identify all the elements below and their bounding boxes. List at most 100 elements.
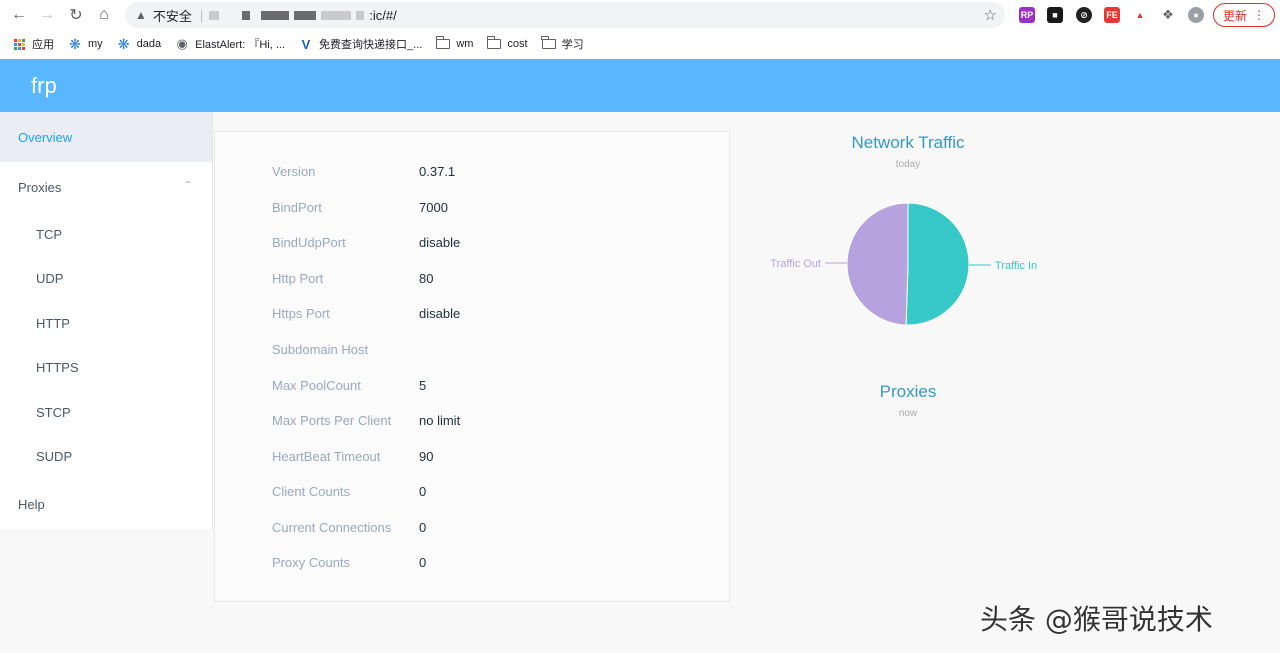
traffic-chart-title: Network Traffic <box>851 133 965 152</box>
info-row: Max Ports Per Client no limit <box>272 410 460 430</box>
redacted-url-part <box>321 10 352 20</box>
bookmark-star-icon[interactable]: ☆ <box>984 6 997 24</box>
info-value: 90 <box>419 448 434 464</box>
proxies-chart-title: Proxies <box>879 382 937 401</box>
extension-fe-icon[interactable]: FE <box>1104 7 1120 23</box>
proxies-chart-subtitle: now <box>898 408 918 419</box>
info-label: Subdomain Host <box>272 341 369 357</box>
more-vertical-icon: ⋮ <box>1253 8 1265 22</box>
info-value: 0 <box>419 483 427 499</box>
watermark: 头条 @猴哥说技术 <box>980 603 1213 636</box>
traffic-chart-subtitle: today <box>895 159 921 170</box>
sidebar-item-label: TCP <box>36 226 62 242</box>
info-row: BindPort 7000 <box>272 197 448 217</box>
address-bar[interactable]: ▲ 不安全 | :ic/#/ ☆ <box>125 2 1005 28</box>
sidebar-item-label: STCP <box>36 404 71 420</box>
forward-arrow-icon[interactable]: → <box>33 1 61 29</box>
sidebar-item-label: Proxies <box>18 179 62 195</box>
extension-tab-icon[interactable]: ■ <box>1047 7 1063 23</box>
sidebar-item-proxies[interactable]: Proxies ⌃ <box>0 162 212 212</box>
extensions-puzzle-icon[interactable]: ❖ <box>1160 7 1176 23</box>
sidebar-item-udp[interactable]: UDP <box>0 257 212 302</box>
bookmark-label: dada <box>136 38 162 50</box>
globe-icon: ◉ <box>176 36 188 51</box>
bookmark-dada[interactable]: ❋ dada <box>117 35 162 52</box>
info-value: 0 <box>419 554 427 570</box>
info-row: Http Port 80 <box>272 268 433 288</box>
info-row: Version 0.37.1 <box>272 161 455 181</box>
redacted-url-part <box>294 10 317 20</box>
profile-avatar-icon[interactable]: ● <box>1188 7 1204 23</box>
brand-logo[interactable]: frp <box>31 73 57 99</box>
info-row: Proxy Counts 0 <box>272 552 426 572</box>
pie-label: Traffic Out <box>770 258 821 270</box>
bookmark-my[interactable]: ❋ my <box>68 35 103 52</box>
bookmark-folder-wm[interactable]: wm <box>435 36 474 51</box>
bookmark-express[interactable]: V 免费查询快递接口_... <box>299 36 423 52</box>
info-label: Max Ports Per Client <box>272 412 392 428</box>
info-label: BindPort <box>272 199 322 215</box>
info-row: Https Port disable <box>272 303 460 323</box>
folder-icon <box>486 36 502 51</box>
sidebar-item-label: Overview <box>18 129 73 145</box>
browser-toolbar: ← → ↻ ⌂ ▲ 不安全 | :ic/#/ ☆ RP ■ ⊘ FE ▲ ❖ ●… <box>0 0 1280 30</box>
sidebar: Overview Proxies ⌃ TCP UDP HTTP HTTPS ST… <box>0 112 213 529</box>
extension-tree-icon[interactable]: ▲ <box>1132 7 1148 23</box>
sidebar-item-https[interactable]: HTTPS <box>0 346 212 391</box>
sidebar-item-overview[interactable]: Overview <box>0 112 212 162</box>
pie-label: Traffic In <box>995 260 1037 272</box>
redacted-url-part <box>261 10 290 20</box>
sidebar-item-sudp[interactable]: SUDP <box>0 435 212 480</box>
pie-slice-traffic-in[interactable] <box>905 202 970 326</box>
back-arrow-icon[interactable]: ← <box>5 1 33 29</box>
traffic-pie-chart: Traffic In Traffic Out <box>770 202 1037 326</box>
bookmarks-bar: 应用 ❋ my ❋ dada ◉ ElastAlert: 『Hi, ... V … <box>0 30 1280 58</box>
sidebar-item-tcp[interactable]: TCP <box>0 212 212 257</box>
folder-icon <box>435 36 451 51</box>
apps-grid-icon <box>12 37 26 51</box>
bookmark-label: 免费查询快递接口_... <box>319 39 423 51</box>
info-row: Current Connections 0 <box>272 517 426 537</box>
bookmark-folder-cost[interactable]: cost <box>486 36 528 51</box>
info-label: Http Port <box>272 270 324 286</box>
update-button[interactable]: 更新 ⋮ <box>1213 3 1275 27</box>
info-row: Max PoolCount 5 <box>272 375 426 395</box>
address-separator: | <box>199 7 204 23</box>
redacted-url-part <box>356 10 365 20</box>
bookmark-label: cost <box>507 38 528 50</box>
warning-triangle-icon: ▲ <box>135 8 147 22</box>
home-icon[interactable]: ⌂ <box>90 1 118 29</box>
bookmark-apps[interactable]: 应用 <box>12 36 54 52</box>
info-value: 5 <box>419 377 427 393</box>
security-label: 不安全 <box>152 8 192 24</box>
bookmark-label: 学习 <box>561 39 584 51</box>
info-label: Proxy Counts <box>272 554 351 570</box>
sidebar-item-help[interactable]: Help <box>0 479 212 529</box>
info-label: HeartBeat Timeout <box>272 448 381 464</box>
bookmark-label: 应用 <box>32 39 54 51</box>
spiral-icon: ❋ <box>69 35 81 52</box>
info-value: no limit <box>419 412 461 428</box>
bookmark-folder-study[interactable]: 学习 <box>541 36 584 52</box>
info-label: BindUdpPort <box>272 234 346 250</box>
bookmark-label: ElastAlert: 『Hi, ... <box>195 39 286 51</box>
extension-circle-icon[interactable]: ⊘ <box>1076 7 1092 23</box>
spiral-icon: ❋ <box>117 35 130 52</box>
sidebar-item-stcp[interactable]: STCP <box>0 390 212 435</box>
server-info-card: Version 0.37.1 BindPort 7000 BindUdpPort di… <box>214 131 730 602</box>
app-header: frp <box>0 59 1280 112</box>
bookmark-elastalert[interactable]: ◉ ElastAlert: 『Hi, ... <box>175 36 285 52</box>
chevron-up-icon: ⌃ <box>183 180 192 191</box>
bookmark-label: wm <box>456 38 474 50</box>
pie-slice-traffic-out[interactable] <box>846 202 909 326</box>
sidebar-item-label: HTTP <box>36 315 70 331</box>
extension-rp-icon[interactable]: RP <box>1019 7 1035 23</box>
info-row: HeartBeat Timeout 90 <box>272 446 433 466</box>
update-label: 更新 <box>1222 8 1247 23</box>
sidebar-item-http[interactable]: HTTP <box>0 301 212 346</box>
info-value: 0 <box>419 519 427 535</box>
bookmark-label: my <box>88 38 103 50</box>
v-logo-icon: V <box>301 36 311 52</box>
info-value: disable <box>419 305 461 321</box>
reload-icon[interactable]: ↻ <box>62 1 90 29</box>
